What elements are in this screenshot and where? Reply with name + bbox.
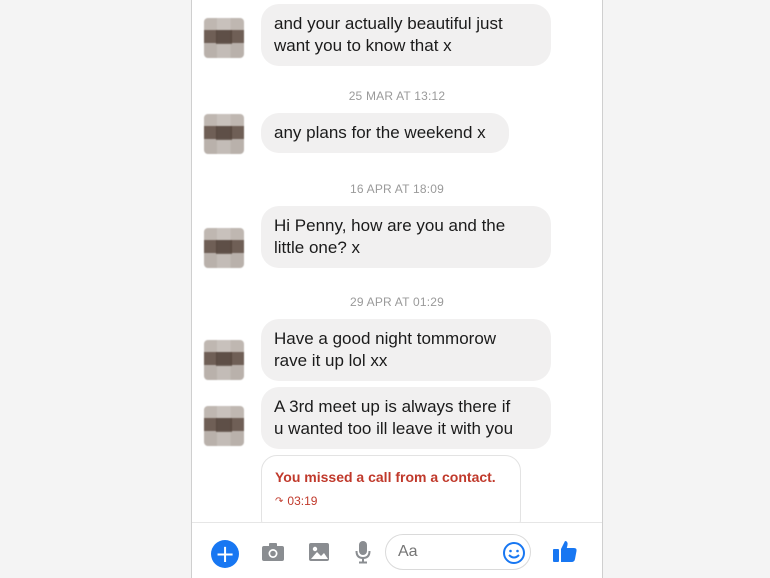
microphone-icon[interactable] bbox=[350, 539, 376, 565]
message-bubble[interactable]: Hi Penny, how are you and the little one… bbox=[261, 206, 551, 268]
timestamp: 16 APR AT 18:09 bbox=[350, 182, 444, 196]
missed-call-title: You missed a call from a contact. bbox=[275, 469, 496, 485]
contact-avatar[interactable] bbox=[204, 406, 244, 446]
camera-icon[interactable] bbox=[260, 539, 286, 565]
emoji-icon[interactable] bbox=[501, 540, 527, 566]
contact-avatar[interactable] bbox=[204, 114, 244, 154]
message-bubble[interactable]: and your actually beautiful just want yo… bbox=[261, 4, 551, 66]
timestamp: 25 MAR AT 13:12 bbox=[348, 89, 446, 103]
plus-icon[interactable]: + bbox=[211, 540, 239, 568]
missed-call-icon: ↷ bbox=[275, 495, 284, 507]
contact-avatar[interactable] bbox=[204, 340, 244, 380]
missed-call-time-row: ↷ 03:19 bbox=[275, 494, 507, 508]
missed-call-card[interactable]: You missed a call from a contact. ↷ 03:1… bbox=[261, 455, 521, 522]
message-bubble[interactable]: A 3rd meet up is always there if u wante… bbox=[261, 387, 551, 449]
contact-avatar[interactable] bbox=[204, 18, 244, 58]
conversation-thread[interactable]: and your actually beautiful just want yo… bbox=[192, 0, 602, 522]
timestamp: 29 APR AT 01:29 bbox=[350, 295, 444, 309]
composer-toolbar: + bbox=[192, 522, 602, 578]
messenger-window: and your actually beautiful just want yo… bbox=[191, 0, 603, 578]
message-bubble[interactable]: Have a good night tommorow rave it up lo… bbox=[261, 319, 551, 381]
thumbs-up-icon[interactable] bbox=[552, 538, 578, 564]
contact-avatar[interactable] bbox=[204, 228, 244, 268]
image-icon[interactable] bbox=[306, 539, 332, 565]
missed-call-time: 03:19 bbox=[287, 494, 318, 508]
message-bubble[interactable]: any plans for the weekend x bbox=[261, 113, 509, 153]
